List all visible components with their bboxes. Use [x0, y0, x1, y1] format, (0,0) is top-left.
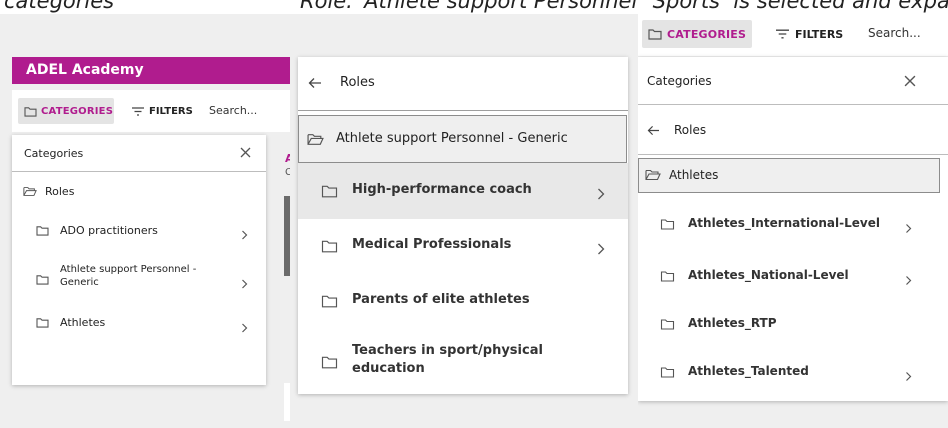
list-item-label: Medical Professionals: [352, 237, 512, 252]
caption-strip: categories: [0, 0, 290, 14]
list-item-label: Athlete support Personnel -: [60, 264, 197, 275]
back-label: Roles: [674, 123, 707, 137]
folder-icon: [660, 218, 675, 230]
selected-category-label: Athletes: [669, 168, 719, 182]
folder-icon: [660, 270, 675, 282]
list-item-label: Teachers in sport/physical: [352, 343, 543, 358]
search-input[interactable]: Search...: [868, 26, 921, 40]
folder-icon: [36, 317, 49, 328]
categories-dialog: Roles Athlete support Personnel - Generi…: [298, 57, 628, 394]
filter-icon: [132, 106, 144, 116]
list-item[interactable]: Medical Professionals: [298, 219, 628, 273]
back-button[interactable]: Roles: [308, 75, 375, 90]
categories-dialog: Categories Roles ADO practitioners Athle…: [12, 135, 266, 385]
filters-button-label: FILTERS: [795, 27, 844, 41]
filters-button[interactable]: FILTERS: [776, 26, 843, 42]
filters-button[interactable]: FILTERS: [132, 103, 193, 119]
chevron-right-icon[interactable]: [597, 240, 605, 259]
list-item[interactable]: Athletes: [36, 316, 105, 329]
folder-icon: [36, 225, 49, 236]
folder-icon: [660, 366, 675, 378]
list-item-label: ADO practitioners: [60, 224, 158, 237]
caption-left: categories: [4, 0, 115, 13]
arrow-left-icon: [308, 77, 322, 89]
chevron-right-icon[interactable]: [241, 274, 248, 293]
back-label: Roles: [340, 75, 375, 90]
list-item-label: Parents of elite athletes: [352, 292, 530, 307]
panel-athletes: ‘Sports’ is selected and expanded to ‘At…: [638, 0, 948, 428]
caption-strip: ‘Sports’ is selected and expanded to ‘At…: [638, 0, 948, 14]
list-item[interactable]: Teachers in sport/physical education: [298, 333, 628, 389]
root-roles-label: Roles: [45, 185, 75, 198]
list-item-label: High-performance coach: [352, 182, 532, 197]
folder-icon: [24, 106, 37, 117]
folder-icon: [321, 239, 338, 253]
search-input[interactable]: Search...: [209, 104, 257, 117]
close-icon[interactable]: [240, 147, 251, 158]
list-item-label: Athletes_International-Level: [688, 216, 880, 230]
app-title: ADEL Academy: [26, 62, 144, 78]
list-item[interactable]: Athletes_Talented: [638, 349, 948, 397]
chevron-right-icon[interactable]: [905, 367, 912, 386]
folder-open-icon: [307, 133, 324, 146]
folder-icon: [36, 274, 49, 285]
categories-button[interactable]: CATEGORIES: [18, 98, 114, 124]
chevron-right-icon[interactable]: [905, 271, 912, 290]
filter-icon: [776, 29, 789, 39]
folder-open-icon: [23, 186, 37, 197]
chevron-right-icon[interactable]: [905, 219, 912, 238]
chevron-right-icon[interactable]: [241, 318, 248, 337]
app-header: ADEL Academy: [12, 57, 290, 84]
selected-category-label: Athlete support Personnel - Generic: [336, 131, 568, 146]
list-item-label: Athletes_Talented: [688, 364, 809, 378]
caption-right: ‘Sports’ is selected and expanded to ‘At…: [646, 0, 948, 13]
list-item[interactable]: Athletes_International-Level: [638, 201, 948, 249]
dialog-divider: [638, 104, 948, 105]
panel-athlete-support: Role: ‘Athlete support Personnel – Gener…: [290, 0, 638, 428]
caption-strip: Role: ‘Athlete support Personnel – Gener…: [290, 0, 638, 14]
dialog-title: Categories: [647, 74, 712, 88]
folder-icon: [321, 294, 338, 308]
list-item-label: Athletes: [60, 316, 106, 329]
folder-open-icon: [645, 169, 661, 181]
root-roles[interactable]: Roles: [23, 185, 74, 198]
selected-category[interactable]: Athlete support Personnel - Generic: [298, 115, 627, 163]
chevron-right-icon[interactable]: [241, 225, 248, 244]
folder-icon: [321, 184, 338, 198]
list-item-label: Athletes_RTP: [688, 316, 777, 330]
close-icon[interactable]: [904, 75, 916, 87]
panel-categories-overview: categories ADEL Academy CATEGORIES FILTE…: [0, 0, 290, 428]
folder-icon: [648, 28, 662, 40]
chevron-right-icon[interactable]: [597, 185, 605, 204]
arrow-left-icon: [647, 125, 660, 136]
dialog-title: Categories: [24, 147, 84, 160]
categories-dialog: Categories Roles Athletes Athletes_Inter…: [638, 57, 948, 401]
selected-category[interactable]: Athletes: [638, 158, 940, 193]
folder-icon: [321, 355, 338, 369]
categories-button-label: CATEGORIES: [667, 27, 747, 41]
list-item-label-line2: education: [352, 361, 425, 376]
list-item-label-line2: Generic: [60, 277, 99, 288]
list-item[interactable]: Athletes_RTP: [638, 301, 948, 349]
list-item-label: Athletes_National-Level: [688, 268, 849, 282]
filters-button-label: FILTERS: [149, 105, 193, 117]
list-item[interactable]: Parents of elite athletes: [298, 273, 628, 327]
dialog-divider: [12, 171, 266, 172]
categories-button[interactable]: CATEGORIES: [642, 20, 752, 48]
caption-middle: Role: ‘Athlete support Personnel – Gener…: [300, 0, 638, 13]
folder-icon: [660, 318, 675, 330]
list-item[interactable]: Athletes_National-Level: [638, 253, 948, 301]
dialog-divider: [298, 110, 628, 111]
list-item[interactable]: ADO practitioners: [36, 224, 158, 237]
list-item[interactable]: Athlete support Personnel - Generic: [36, 263, 236, 295]
back-button[interactable]: Roles: [647, 123, 706, 137]
list-item[interactable]: High-performance coach: [298, 163, 628, 219]
dialog-divider: [638, 154, 948, 155]
categories-button-label: CATEGORIES: [41, 105, 114, 117]
